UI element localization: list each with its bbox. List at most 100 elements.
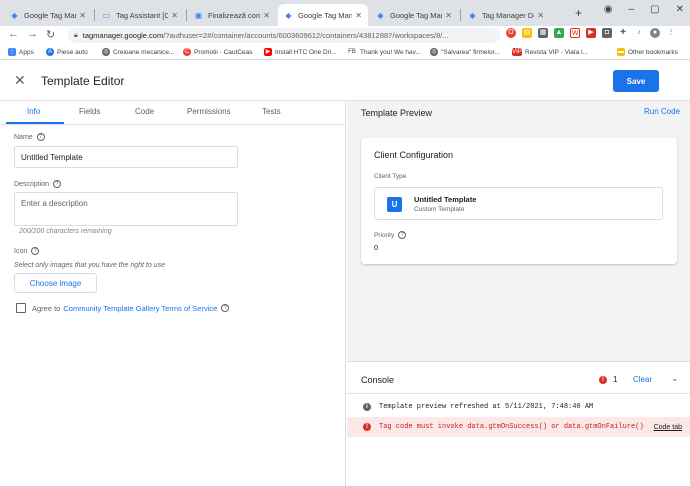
client-type-label: Client Type <box>374 173 407 180</box>
close-tab-icon[interactable]: ✕ <box>355 11 362 20</box>
close-tab-icon[interactable]: ✕ <box>171 11 178 20</box>
close-tab-icon[interactable]: ✕ <box>445 11 452 20</box>
code-tab-link[interactable]: Code tab <box>654 424 682 431</box>
bookmark-favicon-icon: ◎ <box>102 48 110 56</box>
tab-info[interactable]: Info <box>27 107 40 116</box>
agree-checkbox[interactable] <box>16 303 26 313</box>
extension-icon[interactable]: ▦ <box>538 28 548 38</box>
icon-hint: Select only images that you have the rig… <box>14 262 165 269</box>
bookmark-favicon-icon: ◎ <box>430 48 438 56</box>
forward-icon[interactable]: → <box>27 28 38 40</box>
bookmark-item[interactable]: C Promotii - CautCeas <box>183 48 253 56</box>
preview-title: Template Preview <box>361 108 433 118</box>
help-icon[interactable]: ? <box>36 133 45 141</box>
apps-grid-icon: ⋮ <box>8 48 16 56</box>
clear-console-button[interactable]: Clear <box>633 375 652 384</box>
media-icon[interactable]: ♪ <box>634 28 644 38</box>
window-close-icon[interactable]: ✕ <box>676 4 684 15</box>
opera-extension-icon[interactable]: O <box>506 28 516 38</box>
close-tab-icon[interactable]: ✕ <box>263 11 270 20</box>
bookmark-label: Install HTC One Dri... <box>275 48 337 56</box>
tab-fields[interactable]: Fields <box>79 107 100 116</box>
app-header: ✕ Template Editor Save <box>0 61 690 101</box>
preview-panel: Template Preview Run Code Client Configu… <box>347 101 690 486</box>
choose-image-button[interactable]: Choose image <box>14 273 97 293</box>
browser-tab-label: Tag Manager Deb <box>482 10 534 20</box>
bookmark-item[interactable]: ◎ Creioane mecanice... <box>102 48 174 56</box>
close-icon[interactable]: ✕ <box>14 72 26 89</box>
close-tab-icon[interactable]: ✕ <box>79 11 86 20</box>
browser-tab[interactable]: ◆ Tag Manager Deb ✕ <box>462 4 550 26</box>
char-counter: 200/200 characters remaining <box>19 228 112 235</box>
name-input[interactable] <box>14 146 238 168</box>
new-tab-icon[interactable]: + <box>575 6 582 20</box>
account-icon[interactable]: ◉ <box>604 4 613 15</box>
bookmark-item[interactable]: FB Thank you! We hav... <box>347 48 421 56</box>
puzzle-icon[interactable]: ✚ <box>618 28 628 38</box>
priority-value: 0 <box>374 243 379 252</box>
tab-tests[interactable]: Tests <box>262 107 281 116</box>
description-input[interactable] <box>14 192 238 226</box>
extension-icon[interactable]: ▲ <box>554 28 564 38</box>
bookmark-item[interactable]: VIP Revista VIP - Viata l... <box>512 48 588 56</box>
client-type-option[interactable]: U Untitled Template Custom Template <box>374 187 663 220</box>
chevron-down-icon[interactable]: ⌄ <box>671 373 679 384</box>
bookmark-label: Thank you! We hav... <box>360 48 421 56</box>
bookmark-label: Revista VIP - Viata l... <box>525 48 588 56</box>
browser-tab-label: Finalizează coman <box>208 10 261 20</box>
client-subtitle: Custom Template <box>414 206 465 213</box>
back-icon[interactable]: ← <box>8 28 19 40</box>
bookmark-label: Creioane mecanice... <box>113 48 175 56</box>
bookmark-favicon-icon: A <box>46 48 54 56</box>
help-icon[interactable]: ? <box>53 180 62 188</box>
bookmark-label: Promotii - CautCeas <box>194 48 253 56</box>
bookmark-favicon-icon: VIP <box>512 48 522 56</box>
extension-icon[interactable]: ▶ <box>586 28 596 38</box>
tab-code[interactable]: Code <box>135 107 154 116</box>
reload-icon[interactable]: ↻ <box>46 28 55 41</box>
client-configuration-card: Client Configuration Client Type U Untit… <box>361 138 677 264</box>
save-button[interactable]: Save <box>613 70 659 92</box>
maximize-icon[interactable]: ▢ <box>650 4 659 15</box>
browser-tab[interactable]: ▣ Finalizează coman ✕ <box>188 4 276 26</box>
terms-link[interactable]: Community Template Gallery Terms of Serv… <box>63 304 217 313</box>
bookmark-label: Apps <box>19 48 34 56</box>
bookmark-other[interactable]: ▬ Other bookmarks <box>617 48 678 56</box>
url-host: tagmanager.google.com <box>82 31 164 40</box>
menu-icon[interactable]: ⋮ <box>666 28 676 38</box>
agree-text: Agree to <box>32 303 61 313</box>
browser-tab[interactable]: ▭ Tag Assistant [Co ✕ <box>96 4 184 26</box>
editor-panel: Info Fields Code Permissions Tests Name … <box>0 101 346 486</box>
console-log-info: i Template preview refreshed at 5/11/202… <box>347 397 690 417</box>
bookmark-apps[interactable]: ⋮ Apps <box>8 48 34 56</box>
run-code-button[interactable]: Run Code <box>644 107 680 116</box>
page-title: Template Editor <box>41 74 125 88</box>
help-icon[interactable]: ? <box>221 304 230 312</box>
editor-tabs: Info Fields Code Permissions Tests <box>0 101 346 125</box>
extension-icon[interactable]: W <box>570 28 580 38</box>
browser-tab-label: Google Tag Mana <box>24 10 76 20</box>
profile-avatar-icon[interactable]: ● <box>650 28 660 38</box>
bookmark-item[interactable]: ▶ Install HTC One Dri... <box>264 48 337 56</box>
close-tab-icon[interactable]: ✕ <box>537 11 544 20</box>
gtm-icon: ◆ <box>285 10 292 20</box>
console-title: Console <box>361 375 395 385</box>
minimize-icon[interactable]: – <box>629 4 635 15</box>
extension-icon[interactable]: ◘ <box>602 28 612 38</box>
icon-label: Icon ? <box>14 247 40 255</box>
bookmark-favicon-icon: FB <box>347 48 357 56</box>
help-icon[interactable]: ? <box>398 231 407 239</box>
url-path: /?authuser=2#/container/accounts/6003609… <box>163 31 449 40</box>
help-icon[interactable]: ? <box>31 247 40 255</box>
tab-permissions[interactable]: Permissions <box>187 107 231 116</box>
address-bar[interactable]: 🔒︎ tagmanager.google.com /?authuser=2#/c… <box>68 28 500 43</box>
browser-tab[interactable]: ◆ Google Tag Mana ✕ <box>4 4 92 26</box>
bookmark-item[interactable]: ◎ "Salvarea" firmelor... <box>430 48 500 56</box>
page-icon: ▣ <box>194 10 203 20</box>
browser-tab-active[interactable]: ◆ Google Tag Mana ✕ <box>278 4 368 26</box>
notes-extension-icon[interactable]: ▤ <box>522 28 532 38</box>
bookmark-label: "Salvarea" firmelor... <box>441 48 500 56</box>
browser-tab[interactable]: ◆ Google Tag Mana ✕ <box>370 4 458 26</box>
console-log-error: ! Tag code must invoke data.gtmOnSuccess… <box>347 417 690 437</box>
bookmark-item[interactable]: A Piese auto <box>46 48 88 56</box>
